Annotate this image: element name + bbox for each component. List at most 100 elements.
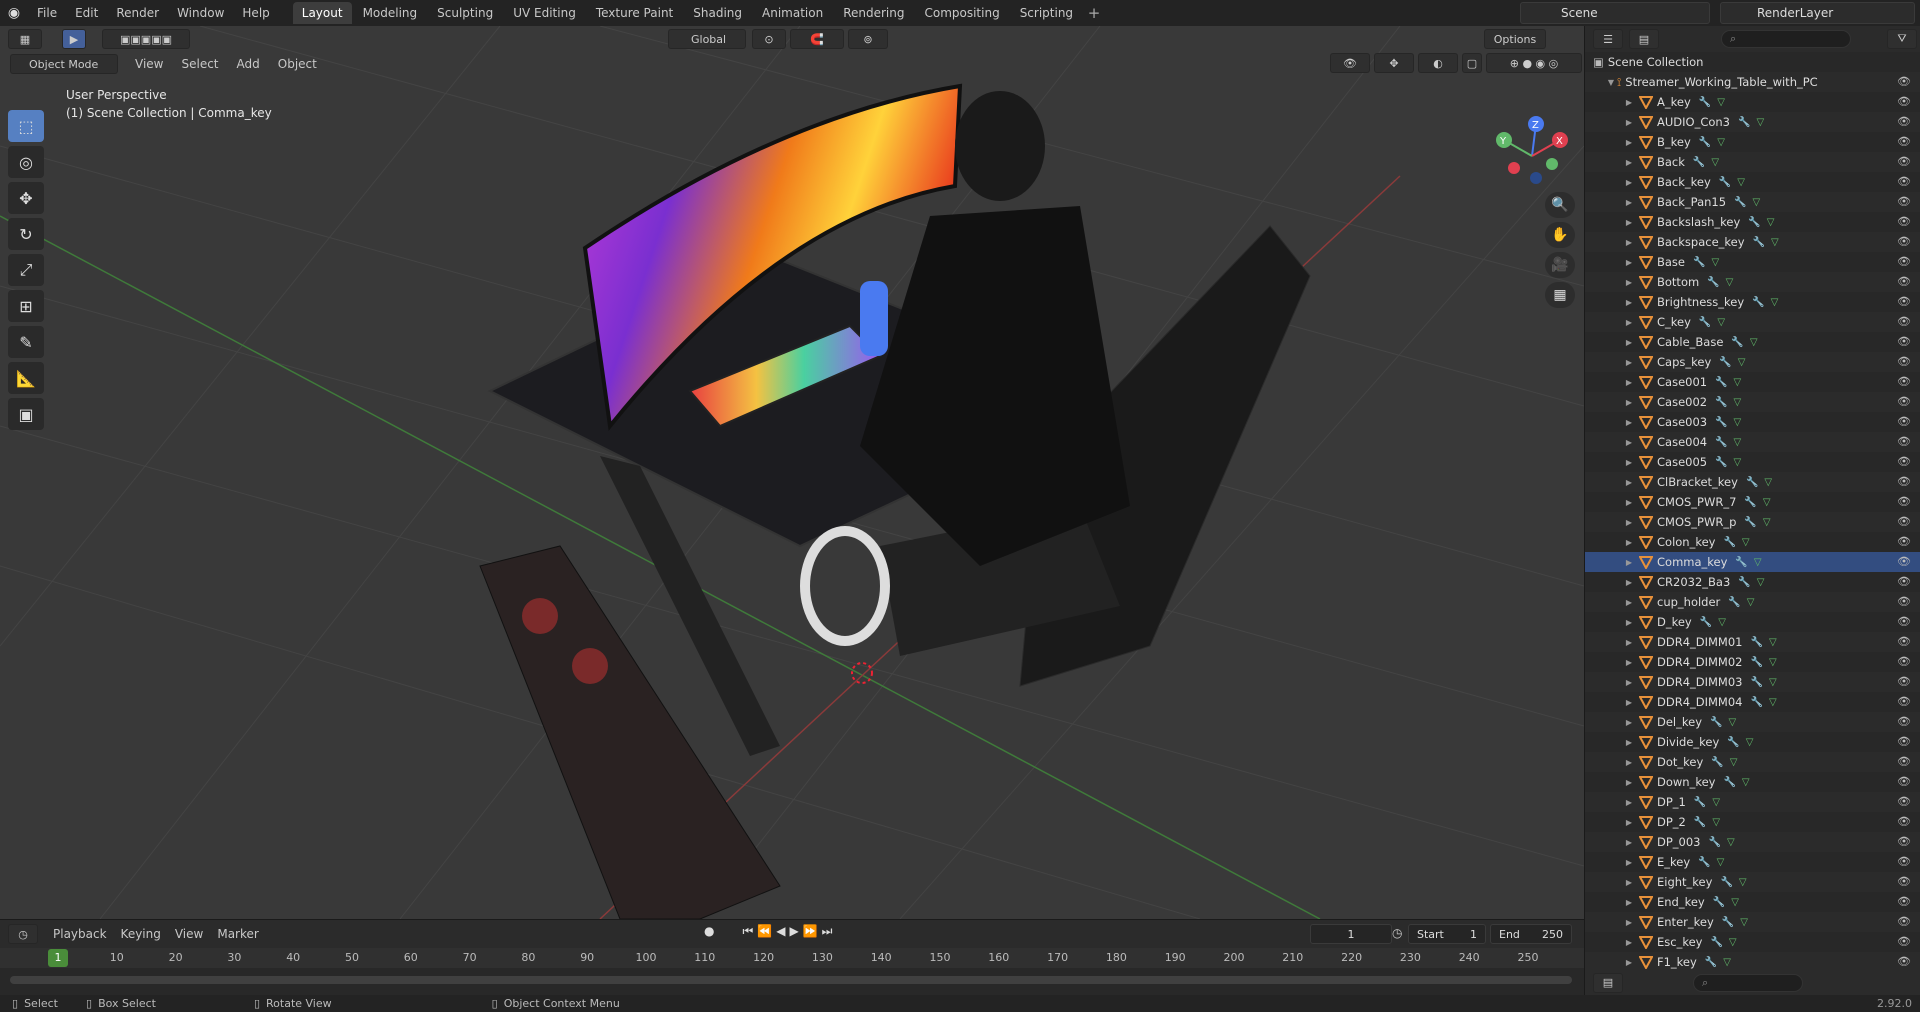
outliner-item-row[interactable]: ▶ Case002 🔧 ▽ 👁 — [1585, 392, 1920, 412]
modifier-wrench-icon[interactable]: 🔧 — [1715, 457, 1727, 468]
visibility-dropdown[interactable]: 👁 — [1330, 53, 1370, 73]
modifier-wrench-icon[interactable]: 🔧 — [1751, 657, 1763, 668]
mesh-data-icon[interactable]: ▽ — [1747, 597, 1755, 608]
outliner-item-row[interactable]: ▶ Caps_key 🔧 ▽ 👁 — [1585, 352, 1920, 372]
visibility-eye-icon[interactable]: 👁 — [1897, 475, 1911, 488]
scale-tool-icon[interactable]: ⤢ — [8, 254, 44, 286]
tab-modeling[interactable]: Modeling — [354, 2, 427, 24]
expand-right-icon[interactable]: ▶ — [1623, 798, 1635, 807]
timeline-editor-type[interactable]: ◷ — [8, 924, 38, 944]
modifier-wrench-icon[interactable]: 🔧 — [1753, 237, 1765, 248]
playback-menu[interactable]: Playback — [46, 927, 114, 941]
mesh-data-icon[interactable]: ▽ — [1771, 237, 1779, 248]
mesh-data-icon[interactable]: ▽ — [1730, 757, 1738, 768]
transform-tool-icon[interactable]: ⊞ — [8, 290, 44, 322]
select-mode-buttons[interactable]: ▣▣▣▣▣ — [102, 29, 190, 49]
modifier-wrench-icon[interactable]: 🔧 — [1723, 777, 1735, 788]
outliner-item-row[interactable]: ▶ AUDIO_Con3 🔧 ▽ 👁 — [1585, 112, 1920, 132]
cursor-tool-icon[interactable]: ◎ — [8, 146, 44, 178]
mesh-data-icon[interactable]: ▽ — [1754, 557, 1762, 568]
modifier-wrench-icon[interactable]: 🔧 — [1699, 317, 1711, 328]
outliner-item-row[interactable]: ▶ Down_key 🔧 ▽ 👁 — [1585, 772, 1920, 792]
expand-right-icon[interactable]: ▶ — [1623, 278, 1635, 287]
outliner-item-row[interactable]: ▶ F1_key 🔧 ▽ 👁 — [1585, 952, 1920, 972]
tab-sculpting[interactable]: Sculpting — [428, 2, 502, 24]
move-tool-icon[interactable]: ✥ — [8, 182, 44, 214]
prev-key-icon[interactable]: ⏪ — [757, 924, 772, 939]
outliner-item-row[interactable]: ▶ CR2032_Ba3 🔧 ▽ 👁 — [1585, 572, 1920, 592]
viewport-menu-select[interactable]: Select — [172, 57, 227, 71]
outliner-item-row[interactable]: ▶ Eight_key 🔧 ▽ 👁 — [1585, 872, 1920, 892]
expand-right-icon[interactable]: ▶ — [1623, 558, 1635, 567]
modifier-wrench-icon[interactable]: 🔧 — [1693, 157, 1705, 168]
visibility-eye-icon[interactable]: 👁 — [1897, 275, 1911, 288]
end-frame-field[interactable]: End 250 — [1490, 924, 1572, 944]
mesh-data-icon[interactable]: ▽ — [1742, 537, 1750, 548]
properties-search-input[interactable]: ⌕ — [1693, 973, 1803, 992]
add-cube-tool-icon[interactable]: ▣ — [8, 398, 44, 430]
modifier-wrench-icon[interactable]: 🔧 — [1728, 597, 1740, 608]
visibility-eye-icon[interactable]: 👁 — [1897, 355, 1911, 368]
tab-animation[interactable]: Animation — [753, 2, 832, 24]
expand-right-icon[interactable]: ▶ — [1623, 298, 1635, 307]
outliner-item-row[interactable]: ▶ C_key 🔧 ▽ 👁 — [1585, 312, 1920, 332]
modifier-wrench-icon[interactable]: 🔧 — [1700, 617, 1712, 628]
outliner-item-row[interactable]: ▶ Esc_key 🔧 ▽ 👁 — [1585, 932, 1920, 952]
modifier-wrench-icon[interactable]: 🔧 — [1738, 117, 1750, 128]
modifier-wrench-icon[interactable]: 🔧 — [1752, 297, 1764, 308]
modifier-wrench-icon[interactable]: 🔧 — [1699, 97, 1711, 108]
visibility-eye-icon[interactable]: 👁 — [1897, 635, 1911, 648]
mesh-data-icon[interactable]: ▽ — [1718, 617, 1726, 628]
display-mode-dropdown[interactable]: ▤ — [1629, 29, 1659, 49]
view-layer-selector[interactable]: RenderLayer — [1720, 2, 1915, 24]
timeline-scrollbar[interactable] — [10, 976, 1572, 984]
visibility-eye-icon[interactable]: 👁 — [1897, 795, 1911, 808]
mesh-data-icon[interactable]: ▽ — [1734, 377, 1742, 388]
outliner-item-row[interactable]: ▶ CMOS_PWR_p 🔧 ▽ 👁 — [1585, 512, 1920, 532]
visibility-eye-icon[interactable]: 👁 — [1897, 495, 1911, 508]
outliner-item-row[interactable]: ▶ cup_holder 🔧 ▽ 👁 — [1585, 592, 1920, 612]
snapping-dropdown[interactable]: 🧲 — [790, 29, 844, 49]
expand-right-icon[interactable]: ▶ — [1623, 538, 1635, 547]
expand-right-icon[interactable]: ▶ — [1623, 458, 1635, 467]
expand-right-icon[interactable]: ▶ — [1623, 738, 1635, 747]
mesh-data-icon[interactable]: ▽ — [1717, 137, 1725, 148]
mesh-data-icon[interactable]: ▽ — [1711, 157, 1719, 168]
scene-selector[interactable]: Scene — [1520, 2, 1710, 24]
editor-type-button[interactable]: ▦ — [8, 29, 42, 49]
visibility-eye-icon[interactable]: 👁 — [1897, 155, 1911, 168]
mesh-data-icon[interactable]: ▽ — [1717, 317, 1725, 328]
mesh-data-icon[interactable]: ▽ — [1734, 437, 1742, 448]
expand-down-icon[interactable]: ▼ — [1605, 78, 1617, 87]
visibility-eye-icon[interactable]: 👁 — [1897, 655, 1911, 668]
start-frame-field[interactable]: Start 1 — [1408, 924, 1486, 944]
mesh-data-icon[interactable]: ▽ — [1728, 717, 1736, 728]
visibility-eye-icon[interactable]: 👁 — [1897, 755, 1911, 768]
expand-right-icon[interactable]: ▶ — [1623, 378, 1635, 387]
visibility-eye-icon[interactable]: 👁 — [1897, 955, 1911, 968]
outliner-item-row[interactable]: ▶ Divide_key 🔧 ▽ 👁 — [1585, 732, 1920, 752]
camera-icon[interactable]: 🎥 — [1545, 252, 1575, 278]
expand-right-icon[interactable]: ▶ — [1623, 698, 1635, 707]
transform-orientation-dropdown[interactable]: Global — [668, 29, 746, 49]
expand-right-icon[interactable]: ▶ — [1623, 478, 1635, 487]
visibility-eye-icon[interactable]: 👁 — [1897, 95, 1911, 108]
tab-layout[interactable]: Layout — [292, 2, 352, 24]
outliner-item-row[interactable]: ▶ ClBracket_key 🔧 ▽ 👁 — [1585, 472, 1920, 492]
expand-right-icon[interactable]: ▶ — [1623, 218, 1635, 227]
visibility-eye-icon[interactable]: 👁 — [1897, 115, 1911, 128]
modifier-wrench-icon[interactable]: 🔧 — [1734, 197, 1746, 208]
expand-right-icon[interactable]: ▶ — [1623, 438, 1635, 447]
expand-right-icon[interactable]: ▶ — [1623, 318, 1635, 327]
modifier-wrench-icon[interactable]: 🔧 — [1719, 357, 1731, 368]
visibility-eye-icon[interactable]: 👁 — [1897, 835, 1911, 848]
outliner-item-row[interactable]: ▶ Base 🔧 ▽ 👁 — [1585, 252, 1920, 272]
outliner-item-row[interactable]: ▶ Brightness_key 🔧 ▽ 👁 — [1585, 292, 1920, 312]
mesh-data-icon[interactable]: ▽ — [1731, 897, 1739, 908]
tab-scripting[interactable]: Scripting — [1011, 2, 1082, 24]
visibility-eye-icon[interactable]: 👁 — [1897, 415, 1911, 428]
expand-right-icon[interactable]: ▶ — [1623, 758, 1635, 767]
mesh-data-icon[interactable]: ▽ — [1726, 277, 1734, 288]
modifier-wrench-icon[interactable]: 🔧 — [1723, 537, 1735, 548]
play-icon[interactable]: ▶ — [789, 924, 798, 939]
